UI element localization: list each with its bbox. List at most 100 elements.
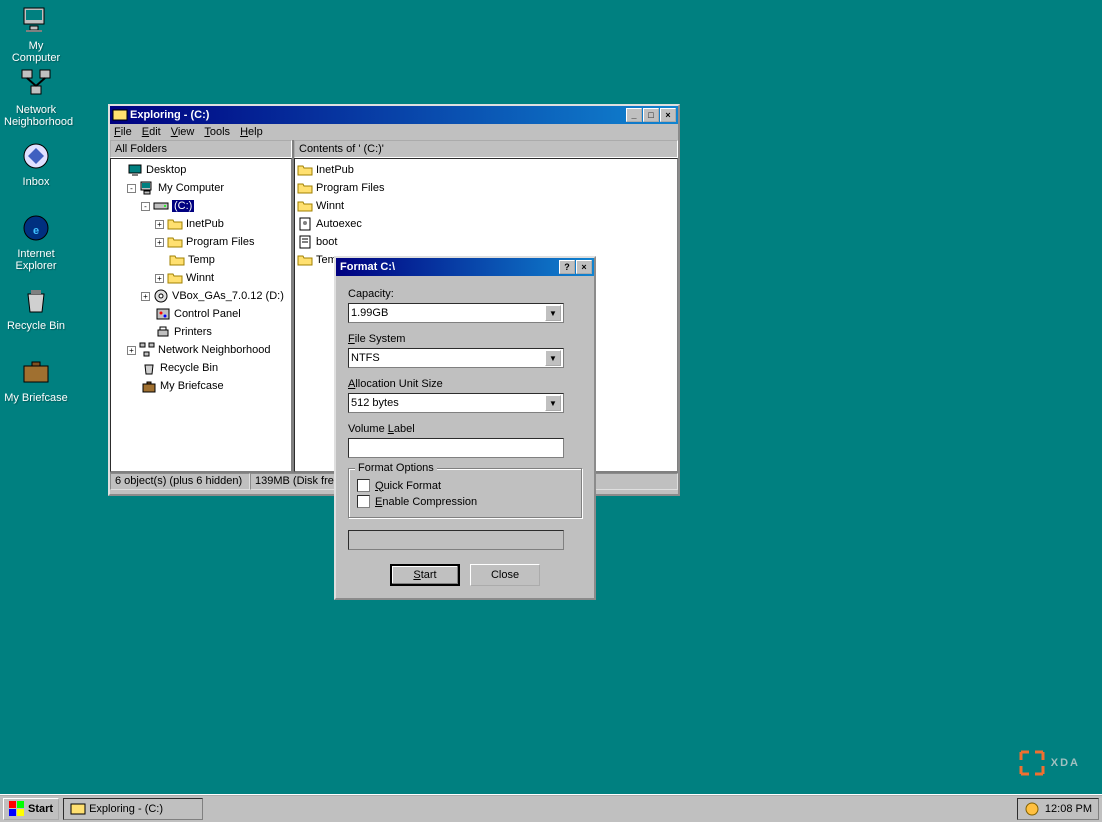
start-button[interactable]: Start — [3, 798, 59, 820]
desktop-icon-ie[interactable]: e Internet Explorer — [4, 212, 68, 272]
expand-icon[interactable]: - — [127, 184, 136, 193]
desktop-icon-briefcase[interactable]: My Briefcase — [4, 356, 68, 404]
quick-format-checkbox[interactable]: Quick Format — [357, 479, 573, 492]
expand-icon[interactable]: + — [127, 346, 136, 355]
desktop-icon-my-computer[interactable]: My Computer — [4, 4, 68, 64]
tree-item[interactable]: + VBox_GAs_7.0.12 (D:) — [113, 287, 289, 305]
start-button[interactable]: Start — [390, 564, 460, 586]
enable-compression-label: Enable Compression — [375, 496, 477, 508]
contents-header: Contents of ' (C:)' — [294, 140, 678, 158]
dialog-title: Format C:\ — [338, 261, 558, 273]
format-dialog: Format C:\ ? × Capacity: 1.99GB ▼ File S… — [334, 256, 596, 600]
file-item[interactable]: boot — [297, 233, 675, 251]
maximize-button[interactable]: □ — [643, 108, 659, 122]
tree-item[interactable]: +Program Files — [113, 233, 289, 251]
file-label: Autoexec — [316, 218, 362, 230]
menu-edit[interactable]: Edit — [142, 126, 161, 138]
tree-label: Winnt — [186, 272, 214, 284]
tree-item[interactable]: Recycle Bin — [113, 359, 289, 377]
file-item[interactable]: Winnt — [297, 197, 675, 215]
tree-item[interactable]: Desktop — [113, 161, 289, 179]
explorer-icon — [112, 107, 128, 123]
menu-help[interactable]: Help — [240, 126, 263, 138]
help-button[interactable]: ? — [559, 260, 575, 274]
taskbar-task-explorer[interactable]: Exploring - (C:) — [63, 798, 203, 820]
network-icon — [20, 68, 52, 100]
briefcase-icon — [20, 356, 52, 388]
svg-text:e: e — [33, 225, 39, 237]
task-label: Exploring - (C:) — [89, 803, 163, 815]
tree-label: Printers — [174, 326, 212, 338]
file-item[interactable]: InetPub — [297, 161, 675, 179]
menu-view[interactable]: View — [171, 126, 195, 138]
chevron-down-icon: ▼ — [545, 305, 561, 321]
watermark: XDA — [1017, 748, 1080, 778]
filesystem-label: File System — [348, 333, 582, 345]
group-title: Format Options — [355, 462, 437, 474]
computer-icon — [20, 4, 52, 36]
file-label: boot — [316, 236, 337, 248]
expand-icon[interactable]: + — [155, 274, 164, 283]
tree-item[interactable]: My Briefcase — [113, 377, 289, 395]
desktop-icon-recycle[interactable]: Recycle Bin — [4, 284, 68, 332]
filesystem-dropdown[interactable]: NTFS ▼ — [348, 348, 564, 368]
menu-tools[interactable]: Tools — [204, 126, 230, 138]
xda-logo-icon — [1017, 748, 1047, 778]
tree-item[interactable]: - My Computer — [113, 179, 289, 197]
dialog-close-button[interactable]: × — [576, 260, 592, 274]
tree-label: My Briefcase — [160, 380, 224, 392]
icon-label: Recycle Bin — [4, 320, 68, 332]
icon-label: Network Neighborhood — [4, 104, 68, 128]
windows-logo-icon — [9, 801, 25, 817]
tree-item[interactable]: +InetPub — [113, 215, 289, 233]
tree-label: VBox_GAs_7.0.12 (D:) — [172, 290, 284, 302]
tree-label: Desktop — [146, 164, 186, 176]
tree-item[interactable]: Printers — [113, 323, 289, 341]
format-options-group: Format Options Quick Format Enable Compr… — [348, 468, 582, 518]
capacity-label: Capacity: — [348, 288, 582, 300]
explorer-icon — [70, 801, 86, 817]
tree-label: Temp — [188, 254, 215, 266]
chevron-down-icon: ▼ — [545, 395, 561, 411]
tree-item[interactable]: +Network Neighborhood — [113, 341, 289, 359]
file-label: Program Files — [316, 182, 384, 194]
tree-item[interactable]: Control Panel — [113, 305, 289, 323]
close-button[interactable]: Close — [470, 564, 540, 586]
icon-label: My Briefcase — [4, 392, 68, 404]
menu-file[interactable]: File — [114, 126, 132, 138]
system-tray[interactable]: 12:08 PM — [1017, 798, 1099, 820]
expand-icon[interactable]: - — [141, 202, 150, 211]
folder-tree[interactable]: Desktop-My Computer-(C:)+InetPub+Program… — [110, 158, 292, 472]
recycle-icon — [20, 284, 52, 316]
allocation-dropdown[interactable]: 512 bytes ▼ — [348, 393, 564, 413]
file-item[interactable]: Autoexec — [297, 215, 675, 233]
desktop-icon-inbox[interactable]: Inbox — [4, 140, 68, 188]
tree-label: Control Panel — [174, 308, 241, 320]
expand-icon[interactable]: + — [141, 292, 150, 301]
tree-label: My Computer — [158, 182, 224, 194]
filesystem-value: NTFS — [351, 352, 545, 364]
minimize-button[interactable]: _ — [626, 108, 642, 122]
volume-label-input[interactable] — [348, 438, 564, 458]
tree-item[interactable]: Temp — [113, 251, 289, 269]
dialog-titlebar[interactable]: Format C:\ ? × — [336, 258, 594, 276]
close-button[interactable]: × — [660, 108, 676, 122]
volume-label-label: Volume Label — [348, 423, 582, 435]
tree-header: All Folders — [110, 140, 292, 158]
tree-item[interactable]: + Winnt — [113, 269, 289, 287]
expand-icon[interactable]: + — [155, 238, 164, 247]
tree-label: (C:) — [172, 200, 194, 212]
expand-icon[interactable]: + — [155, 220, 164, 229]
status-objects: 6 object(s) (plus 6 hidden) — [110, 473, 250, 490]
tray-icon — [1024, 801, 1040, 817]
explorer-titlebar[interactable]: Exploring - (C:) _ □ × — [110, 106, 678, 124]
icon-label: Inbox — [4, 176, 68, 188]
enable-compression-checkbox[interactable]: Enable Compression — [357, 495, 573, 508]
allocation-label: Allocation Unit Size — [348, 378, 582, 390]
tree-label: Recycle Bin — [160, 362, 218, 374]
desktop-icon-network[interactable]: Network Neighborhood — [4, 68, 68, 128]
capacity-dropdown[interactable]: 1.99GB ▼ — [348, 303, 564, 323]
checkbox-icon — [357, 495, 370, 508]
tree-item[interactable]: - (C:) — [113, 197, 289, 215]
file-item[interactable]: Program Files — [297, 179, 675, 197]
